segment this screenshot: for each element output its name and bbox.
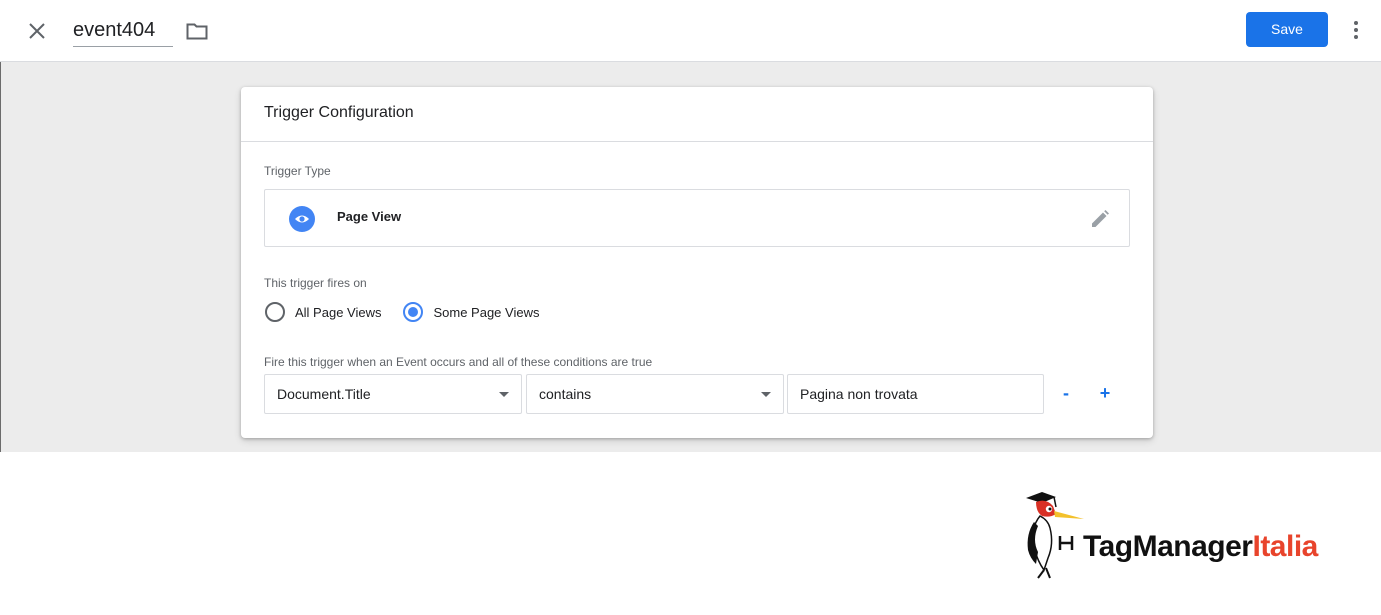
radio-button-checked[interactable]	[403, 302, 424, 322]
tagmanageritalia-logo: TagManagerItalia	[1020, 488, 1340, 580]
top-bar: event404 Save	[0, 0, 1381, 62]
add-condition-button[interactable]: +	[1094, 382, 1116, 404]
chevron-down-icon	[761, 392, 771, 397]
logo-text-tagmanager: TagManager	[1083, 530, 1253, 563]
trigger-type-selector[interactable]: Page View	[264, 189, 1130, 247]
close-icon	[29, 23, 45, 39]
conditions-label: Fire this trigger when an Event occurs a…	[264, 355, 653, 369]
card-title: Trigger Configuration	[241, 87, 1153, 142]
variable-select[interactable]: Document.Title	[264, 374, 522, 414]
radio-label: Some Page Views	[433, 304, 540, 320]
operator-select-value: contains	[539, 386, 592, 402]
trigger-configuration-card: Trigger Configuration Trigger Type Page …	[241, 87, 1153, 438]
radio-button-unchecked[interactable]	[265, 302, 285, 322]
radio-some-page-views[interactable]: Some Page Views	[403, 302, 539, 322]
pencil-icon[interactable]	[1089, 208, 1111, 230]
trigger-type-name: Page View	[337, 209, 402, 224]
folder-icon	[186, 23, 208, 40]
radio-all-page-views[interactable]: All Page Views	[265, 302, 381, 322]
fires-on-radio-group: All Page Views Some Page Views	[265, 302, 561, 322]
close-button[interactable]	[24, 18, 50, 44]
remove-condition-button[interactable]: -	[1055, 382, 1077, 404]
folder-button[interactable]	[184, 18, 210, 44]
woodpecker-mascot-icon	[1026, 492, 1084, 579]
logo-wordmark: TagManagerItalia	[1083, 530, 1318, 564]
trigger-name-input[interactable]: event404	[73, 13, 173, 47]
more-vert-icon[interactable]	[1344, 16, 1368, 44]
chevron-down-icon	[499, 392, 509, 397]
operator-select[interactable]: contains	[526, 374, 784, 414]
radio-label: All Page Views	[295, 304, 382, 320]
variable-select-value: Document.Title	[277, 386, 371, 402]
eye-icon	[289, 206, 315, 232]
condition-value-input[interactable]: Pagina non trovata	[787, 374, 1044, 414]
logo-text-italia: Italia	[1252, 530, 1318, 563]
fires-on-label: This trigger fires on	[264, 276, 367, 290]
save-button[interactable]: Save	[1246, 12, 1328, 47]
trigger-type-label: Trigger Type	[264, 164, 331, 178]
